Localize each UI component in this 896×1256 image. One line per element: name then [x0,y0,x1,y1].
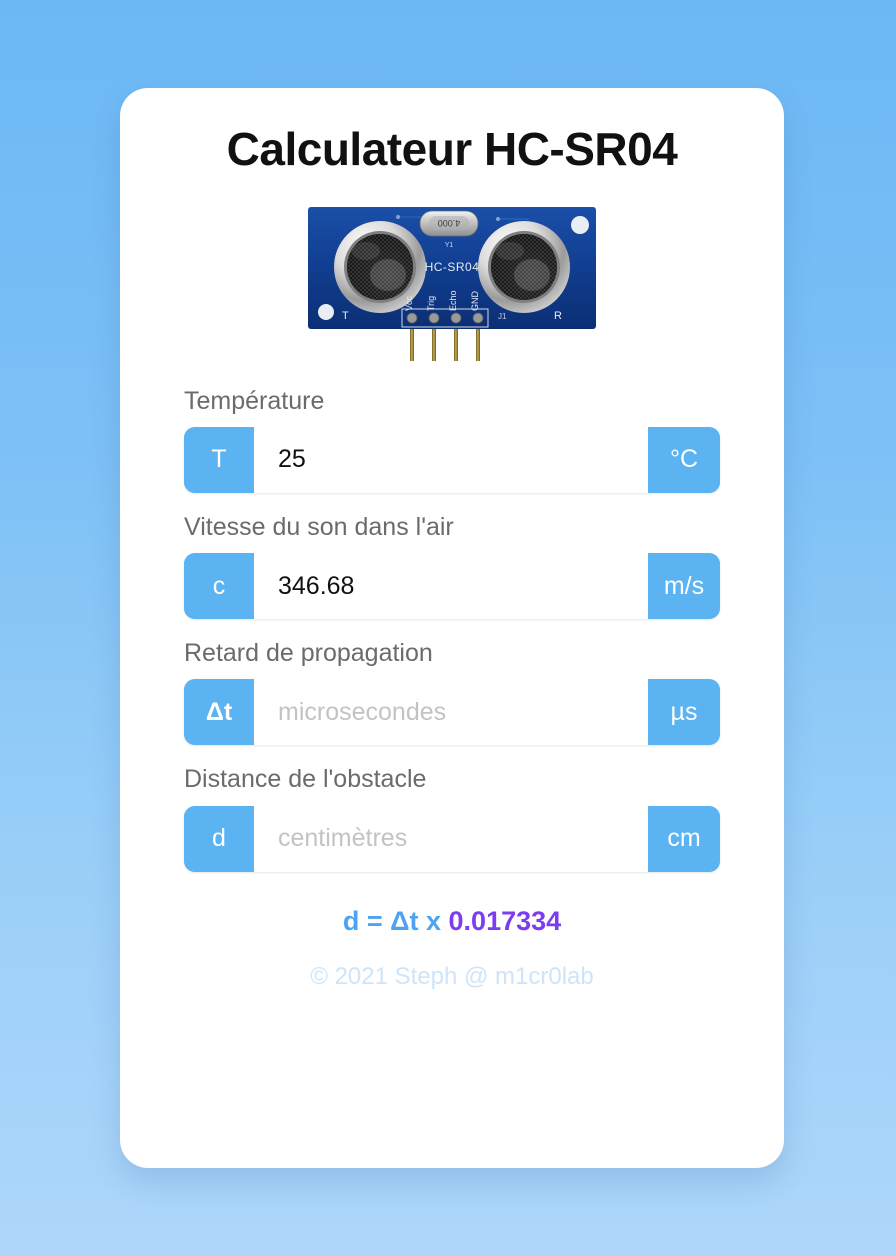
page-title: Calculateur HC-SR04 [226,123,678,175]
transmitter-mark: T [342,310,349,322]
pin-gnd [476,324,480,361]
field-distance: Distance de l'obstacle d cm [184,764,720,872]
pcb-via [496,216,500,221]
pin-trig [432,324,436,361]
calculator-card: Calculateur HC-SR04 4.000 Y1 HC-SR04 T R… [120,88,784,1168]
mount-hole-left [318,303,334,320]
input-group-propagation-delay: Δt µs [184,679,720,746]
sound-speed-input[interactable] [254,553,648,620]
label-propagation-delay: Retard de propagation [184,639,433,668]
pin-label-gnd: GND [470,290,480,311]
field-sound-speed: Vitesse du son dans l'air c m/s [184,512,720,620]
pin-label-echo: Echo [448,290,458,311]
prefix-distance: d [184,805,254,872]
pin-pad-gnd [472,312,484,323]
distance-input[interactable] [254,805,648,872]
suffix-distance-unit: cm [648,805,720,872]
suffix-temperature-unit: °C [648,426,720,493]
field-temperature: Température T °C [184,386,720,493]
sensor-image: 4.000 Y1 HC-SR04 T R J1 Vcc Trig Echo GN… [120,199,784,364]
mount-hole-right [571,215,589,234]
footer-credit: © 2021 Steph @ m1cr0lab [310,962,594,990]
formula-expression: d = Δt x [342,905,449,936]
pcb-via [396,214,400,219]
prefix-sound-speed: c [184,553,254,620]
suffix-sound-speed-unit: m/s [648,553,720,620]
pin-pad-vcc [406,312,418,323]
field-propagation-delay: Retard de propagation Δt µs [184,638,720,746]
pin-echo [454,324,458,361]
prefix-propagation-delay: Δt [184,679,254,746]
form-fields: Température T °C Vitesse du son dans l'a… [120,386,784,872]
formula-coefficient: 0.017334 [448,905,562,936]
input-group-distance: d cm [184,805,720,872]
input-group-sound-speed: c m/s [184,553,720,620]
label-sound-speed: Vitesse du son dans l'air [184,512,454,541]
crystal-label: 4.000 [438,218,461,228]
board-model-label: HC-SR04 [425,260,480,274]
label-temperature: Température [184,386,325,415]
receiver-mark: R [554,310,562,322]
label-distance: Distance de l'obstacle [184,765,427,794]
pin-vcc [410,324,414,361]
propagation-delay-input[interactable] [254,679,648,746]
temperature-input[interactable] [254,426,648,493]
header-ref-label: J1 [498,312,507,321]
formula-display: d = Δt x 0.017334 [120,906,784,937]
pin-pad-trig [428,312,440,323]
prefix-temperature: T [184,426,254,493]
hc-sr04-illustration: 4.000 Y1 HC-SR04 T R J1 Vcc Trig Echo GN… [308,206,596,361]
crystal-ref-label: Y1 [445,242,454,249]
input-group-temperature: T °C [184,426,720,493]
pin-pad-echo [450,312,462,323]
suffix-propagation-delay-unit: µs [648,679,720,746]
